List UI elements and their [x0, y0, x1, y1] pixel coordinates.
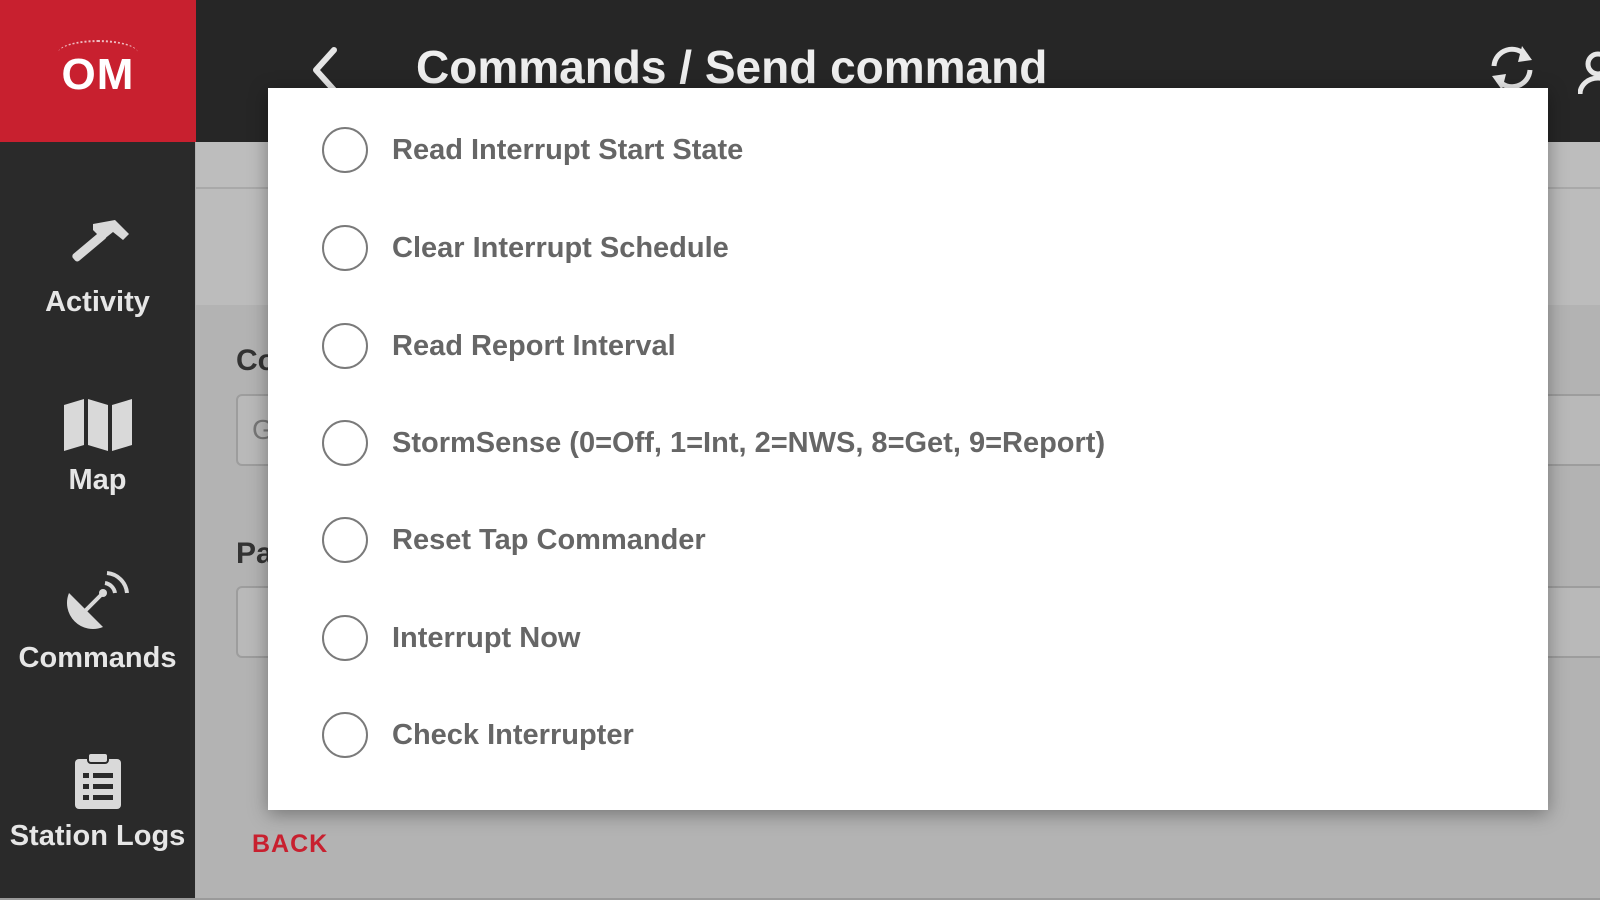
radio-button[interactable]	[322, 517, 368, 563]
option-label: Read Interrupt Start State	[392, 133, 744, 166]
sidebar-item-label: Station Logs	[9, 820, 186, 852]
option-clear-interrupt-schedule[interactable]: Clear Interrupt Schedule	[322, 218, 729, 278]
sidebar-item-activity[interactable]: Activity	[0, 214, 195, 319]
map-icon	[60, 392, 136, 458]
option-reset-tap-commander[interactable]: Reset Tap Commander	[322, 510, 706, 570]
sidebar-item-station-logs[interactable]: Station Logs	[0, 748, 195, 853]
option-label: StormSense (0=Off, 1=Int, 2=NWS, 8=Get, …	[392, 426, 1106, 459]
logo-text: OM	[61, 50, 135, 99]
sidebar-item-commands[interactable]: Commands	[0, 570, 195, 675]
satellite-dish-icon	[60, 570, 136, 636]
option-label: Check Interrupter	[392, 718, 634, 751]
option-label: Read Report Interval	[392, 329, 676, 362]
sidebar: OM Activity Map Commands Station Logs	[0, 0, 196, 900]
person-icon[interactable]	[1577, 50, 1600, 95]
radio-button[interactable]	[322, 225, 368, 271]
radio-button[interactable]	[322, 127, 368, 173]
sidebar-item-label: Commands	[18, 642, 177, 674]
sidebar-item-label: Activity	[45, 286, 150, 318]
sidebar-item-map[interactable]: Map	[0, 392, 195, 497]
option-label: Interrupt Now	[392, 621, 581, 654]
refresh-icon[interactable]	[1486, 42, 1538, 94]
sidebar-item-label: Map	[68, 464, 127, 496]
option-interrupt-now[interactable]: Interrupt Now	[322, 608, 581, 668]
radio-button[interactable]	[322, 615, 368, 661]
option-label: Reset Tap Commander	[392, 523, 706, 556]
radio-button[interactable]	[322, 323, 368, 369]
radio-button[interactable]	[322, 712, 368, 758]
hammer-icon	[60, 214, 136, 280]
page-title: Commands / Send command	[416, 41, 1048, 93]
radio-button[interactable]	[322, 420, 368, 466]
option-read-report-interval[interactable]: Read Report Interval	[322, 316, 676, 376]
clipboard-icon	[60, 748, 136, 814]
option-read-interrupt-start-state[interactable]: Read Interrupt Start State	[322, 120, 743, 180]
app-logo[interactable]: OM	[0, 0, 196, 142]
command-options-dialog: Read Interrupt Start State Clear Interru…	[268, 88, 1548, 810]
back-button[interactable]: BACK	[252, 830, 328, 859]
option-label: Clear Interrupt Schedule	[392, 231, 729, 264]
option-check-interrupter[interactable]: Check Interrupter	[322, 705, 634, 765]
option-stormsense[interactable]: StormSense (0=Off, 1=Int, 2=NWS, 8=Get, …	[322, 413, 1105, 473]
